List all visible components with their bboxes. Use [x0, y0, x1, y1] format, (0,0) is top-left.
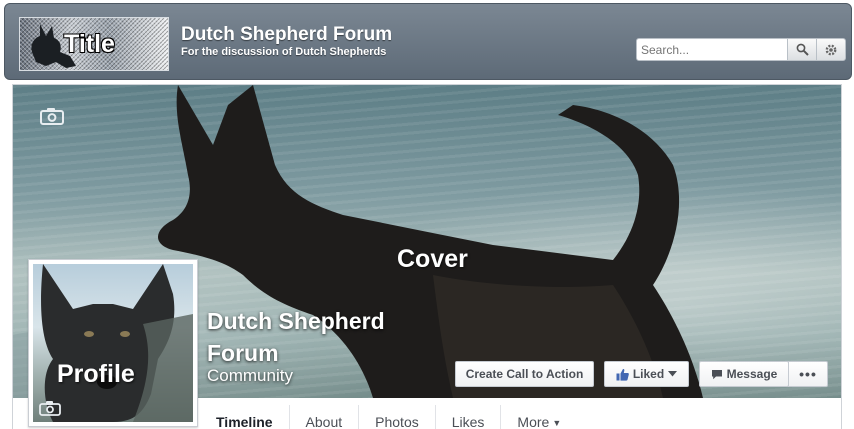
camera-icon[interactable]: [40, 107, 64, 125]
tab-label: More: [517, 414, 550, 429]
site-logo[interactable]: Title: [19, 17, 169, 71]
page-tabs: Timeline About Photos Likes More ▼: [200, 405, 577, 429]
cover-label: Cover: [397, 245, 468, 273]
site-title[interactable]: Dutch Shepherd Forum: [181, 24, 392, 46]
gear-icon: [825, 44, 837, 55]
profile-photo: Profile: [33, 264, 193, 422]
profile-picture[interactable]: Profile: [28, 259, 198, 427]
liked-label: Liked: [632, 367, 665, 381]
chevron-down-icon: [668, 371, 678, 377]
dog-portrait: [41, 264, 193, 422]
logo-text: Title: [64, 30, 115, 58]
tab-more[interactable]: More ▼: [501, 405, 577, 429]
thumbs-up-icon: [616, 368, 629, 381]
profile-label: Profile: [57, 360, 135, 388]
site-header: Title Dutch Shepherd Forum For the discu…: [4, 3, 852, 80]
message-icon: [711, 369, 722, 379]
tab-label: Timeline: [216, 414, 273, 429]
tab-label: Likes: [451, 414, 485, 429]
search-button[interactable]: [787, 38, 817, 61]
tab-label: About: [305, 414, 343, 429]
tab-photos[interactable]: Photos: [359, 405, 436, 429]
message-button[interactable]: Message: [699, 361, 789, 387]
tab-likes[interactable]: Likes: [436, 405, 502, 429]
tab-timeline[interactable]: Timeline: [200, 405, 290, 429]
search-input[interactable]: [636, 38, 788, 61]
page-name[interactable]: Dutch Shepherd Forum: [207, 305, 427, 369]
camera-icon[interactable]: [39, 400, 61, 416]
page-category[interactable]: Community: [207, 366, 293, 386]
site-subtitle: For the discussion of Dutch Shepherds: [181, 46, 387, 58]
search-icon: [796, 43, 809, 56]
cta-label: Create Call to Action: [465, 367, 584, 381]
caret-down-icon: ▼: [552, 418, 562, 428]
more-options-icon: •••: [799, 366, 817, 382]
liked-button[interactable]: Liked: [604, 361, 689, 387]
tab-label: Photos: [375, 414, 419, 429]
settings-button[interactable]: [816, 38, 846, 61]
tab-about[interactable]: About: [290, 405, 360, 429]
more-options-button[interactable]: •••: [788, 361, 828, 387]
create-call-to-action-button[interactable]: Create Call to Action: [455, 361, 594, 387]
message-label: Message: [726, 367, 778, 381]
